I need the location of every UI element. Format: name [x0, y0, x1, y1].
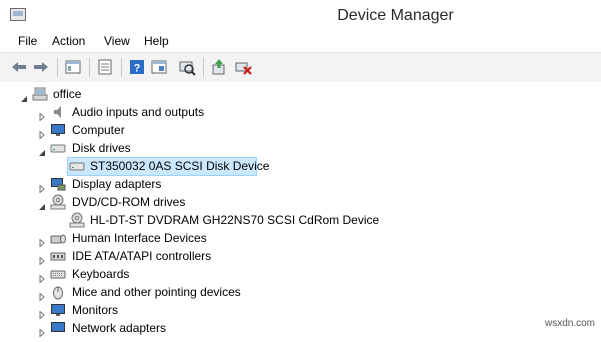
speaker-icon: [50, 104, 66, 120]
hid-icon: [50, 230, 66, 246]
tree-root-label: office: [53, 87, 82, 101]
display-adapter-icon: [50, 176, 66, 192]
tree-item-label: Mice and other pointing devices: [72, 285, 241, 299]
menu-action[interactable]: Action: [52, 34, 85, 48]
tree-item-dvd-cdrom-drives[interactable]: DVD/CD-ROM drives: [0, 193, 300, 211]
tree-item-mice[interactable]: Mice and other pointing devices: [0, 283, 300, 302]
tree-item-label: Keyboards: [72, 267, 130, 281]
view-console-icon[interactable]: [150, 58, 168, 76]
tree-item-ide-ata-atapi[interactable]: IDE ATA/ATAPI controllers: [0, 247, 300, 266]
properties-icon[interactable]: [96, 58, 114, 76]
computer-monitor-icon: [50, 122, 66, 138]
window-title-text: Device Manager: [337, 7, 454, 24]
window-title: Device Manager: [0, 7, 601, 25]
mouse-icon: [50, 284, 66, 300]
collapse-arrow-icon[interactable]: [38, 198, 46, 210]
expand-arrow-icon[interactable]: [38, 108, 46, 122]
tree-item-hl-dt-st-dvdram[interactable]: HL-DT-ST DVDRAM GH22NS70 SCSI CdRom Devi…: [0, 211, 400, 229]
disk-drive-icon: [69, 158, 85, 174]
scan-hardware-icon[interactable]: [178, 58, 196, 76]
tree-item-audio[interactable]: Audio inputs and outputs: [0, 103, 300, 122]
toolbar-separator: [121, 58, 122, 77]
tree-root[interactable]: office: [0, 85, 300, 103]
tree-item-label: Human Interface Devices: [72, 231, 207, 245]
tree-item-label: Computer: [72, 123, 125, 137]
monitor-icon: [50, 302, 66, 318]
tree-item-label: Network adapters: [72, 321, 167, 335]
tree-item-label: Monitors: [72, 303, 119, 317]
expand-arrow-icon[interactable]: [38, 252, 46, 266]
tree-item-keyboards[interactable]: Keyboards: [0, 265, 300, 284]
svg-text:?: ?: [134, 63, 141, 75]
expand-arrow-icon[interactable]: [38, 234, 46, 248]
tree-item-label: DVD/CD-ROM drives: [72, 195, 186, 209]
back-arrow-icon[interactable]: [10, 58, 28, 76]
collapse-arrow-icon[interactable]: [20, 90, 28, 102]
tree-item-display-adapters[interactable]: Display adapters: [0, 175, 300, 194]
tree-item-human-interface-devices[interactable]: Human Interface Devices: [0, 229, 300, 248]
tree-item-computer[interactable]: Computer: [0, 121, 300, 140]
title-bar: Device Manager: [0, 0, 601, 31]
tree-item-label: Disk drives: [72, 141, 131, 155]
keyboard-icon: [50, 266, 66, 282]
tree-item-label: ST350032 0AS SCSI Disk Device: [90, 159, 270, 173]
expand-arrow-icon[interactable]: [38, 288, 46, 302]
tree-item-network-adapters[interactable]: Network adapters: [0, 319, 300, 338]
expand-arrow-icon[interactable]: [38, 270, 46, 284]
menu-file[interactable]: File: [18, 34, 37, 48]
ide-controller-icon: [50, 248, 66, 264]
expand-arrow-icon[interactable]: [38, 126, 46, 140]
forward-arrow-icon[interactable]: [32, 58, 50, 76]
tree-item-label: HL-DT-ST DVDRAM GH22NS70 SCSI CdRom Devi…: [90, 213, 380, 227]
toolbar: ?: [0, 52, 601, 83]
update-driver-icon[interactable]: [210, 58, 228, 76]
expand-arrow-icon[interactable]: [38, 180, 46, 194]
menu-bar: File Action View Help: [0, 31, 601, 52]
toolbar-separator: [89, 58, 90, 77]
dvd-drive-icon: [69, 212, 85, 228]
console-tree-icon[interactable]: [64, 58, 82, 76]
collapse-arrow-icon[interactable]: [38, 144, 46, 156]
dvd-drive-icon: [50, 194, 66, 210]
tree-item-label: IDE ATA/ATAPI controllers: [72, 249, 212, 263]
tree-item-label: Audio inputs and outputs: [72, 105, 205, 119]
disk-drive-icon: [50, 140, 66, 156]
tree-item-label: Display adapters: [72, 177, 162, 191]
toolbar-separator: [57, 58, 58, 77]
tree-item-st350032[interactable]: ST350032 0AS SCSI Disk Device: [0, 157, 300, 175]
menu-view[interactable]: View: [104, 34, 130, 48]
menu-help[interactable]: Help: [144, 34, 169, 48]
toolbar-separator: [203, 58, 204, 77]
watermark: wsxdn.com: [544, 318, 595, 329]
expand-arrow-icon[interactable]: [38, 306, 46, 320]
network-adapter-icon: [50, 320, 66, 336]
tree-item-disk-drives[interactable]: Disk drives: [0, 139, 300, 157]
device-tree: office Audio inputs and outputs Computer…: [0, 82, 601, 338]
uninstall-device-icon[interactable]: [234, 58, 252, 76]
help-icon[interactable]: ?: [128, 58, 146, 76]
tree-item-monitors[interactable]: Monitors: [0, 301, 300, 320]
computer-root-icon: [32, 86, 48, 102]
